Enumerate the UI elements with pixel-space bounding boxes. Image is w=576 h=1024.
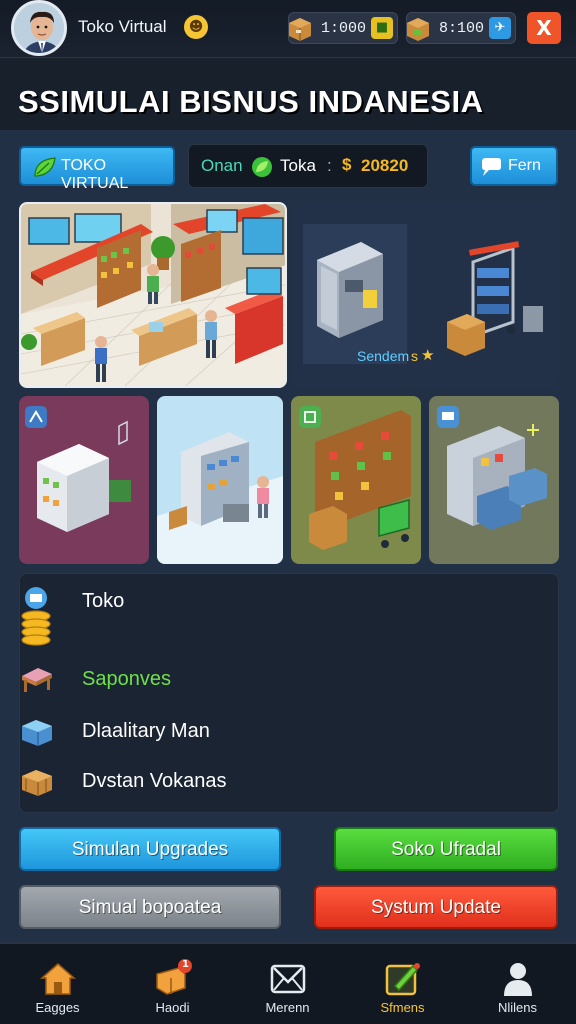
player-avatar[interactable] — [11, 0, 67, 56]
top-bar: Toko Virtual ☻ 1:000 ■ 8:100 ✈ X — [0, 0, 576, 58]
nav-item-eagges[interactable]: Eagges — [0, 944, 115, 1024]
coins-counter: 1:000 ■ — [288, 12, 398, 44]
nav-item-nlilens[interactable]: Nlilens — [460, 944, 575, 1024]
menu-item-label: Dlaalitary Man — [82, 720, 210, 742]
nav-label: Eagges — [35, 1000, 80, 1015]
status-mid-text: Toka — [280, 156, 316, 175]
money-amount: 20820 — [361, 156, 409, 175]
player-name: Toko Virtual — [78, 17, 167, 36]
coins-value: 1:000 — [321, 20, 367, 37]
simual-bopoatea-button[interactable]: Simual bopoatea — [19, 885, 281, 929]
close-button[interactable]: X — [527, 12, 561, 44]
toko-virtual-button[interactable]: TOKO VIRTUAL — [19, 146, 175, 192]
table-icon — [22, 668, 52, 692]
person-icon — [504, 963, 532, 996]
toko-virtual-label: TOKO VIRTUAL — [61, 157, 129, 192]
gems-counter: 8:100 ✈ — [406, 12, 516, 44]
currency-symbol: $ — [342, 155, 352, 174]
chat-bubble-icon — [482, 158, 501, 176]
add-coins-button[interactable]: ■ — [371, 17, 393, 39]
scene-card-storage[interactable] — [429, 396, 559, 564]
nav-label: Sfmens — [380, 1000, 425, 1015]
add-gems-button[interactable]: ✈ — [489, 17, 511, 39]
nav-label: Haodi — [155, 1000, 190, 1015]
soko-ufradal-button[interactable]: Soko Ufradal — [334, 827, 558, 871]
menu-item-label: Toko — [82, 590, 125, 612]
cardboard-box-icon — [289, 18, 311, 41]
star-icon: ★ — [421, 346, 435, 364]
nav-label: Merenn — [265, 1000, 310, 1015]
shelf-caption: Sendem — [357, 348, 410, 364]
fern-label: Fern — [508, 157, 541, 174]
box-icon — [407, 18, 429, 41]
shop-interior-scene[interactable] — [19, 202, 287, 388]
nav-item-sfmens[interactable]: Sfmens — [345, 944, 460, 1024]
scene-card-grocery[interactable] — [291, 396, 421, 564]
storage-box-icon — [22, 720, 52, 746]
leaf-icon — [34, 157, 56, 177]
scene-card-shopper[interactable] — [157, 396, 283, 564]
simulan-upgrades-button[interactable]: Simulan Upgrades — [19, 827, 281, 871]
status-left-text: Onan — [201, 156, 243, 175]
nav-item-haodi[interactable]: 1 Haodi — [115, 944, 230, 1024]
nav-badge: 1 — [182, 959, 189, 970]
leaf-badge-icon — [252, 157, 272, 177]
systum-update-button[interactable]: Systum Update — [314, 885, 558, 929]
fern-button[interactable]: Fern — [470, 146, 558, 186]
menu-item-label: Saponves — [82, 668, 171, 690]
crate-icon — [22, 770, 52, 796]
bottom-nav: Eagges 1 Haodi Merenn Sfmens Nlilens — [0, 942, 576, 1024]
scene-card-fridge[interactable] — [19, 396, 149, 564]
smiley-icon: ☻ — [184, 15, 208, 39]
status-separator: : — [327, 156, 332, 175]
gems-value: 8:100 — [439, 20, 485, 37]
edit-icon — [385, 963, 420, 996]
equipment-scene[interactable]: Sendem s ★ — [291, 202, 559, 388]
envelope-icon — [270, 964, 306, 994]
nav-item-merenn[interactable]: Merenn — [230, 944, 345, 1024]
shop-status-bar: Onan Toka : $ 20820 — [188, 144, 428, 188]
nav-label: Nlilens — [497, 1000, 537, 1015]
game-title: SSIMULAI BISNUS INDANESIA — [18, 84, 484, 119]
menu-item-label: Dvstan Vokanas — [82, 770, 227, 792]
coin-stack-icon — [21, 587, 51, 646]
house-icon — [40, 963, 76, 995]
shelf-caption-suffix: s — [411, 348, 418, 364]
